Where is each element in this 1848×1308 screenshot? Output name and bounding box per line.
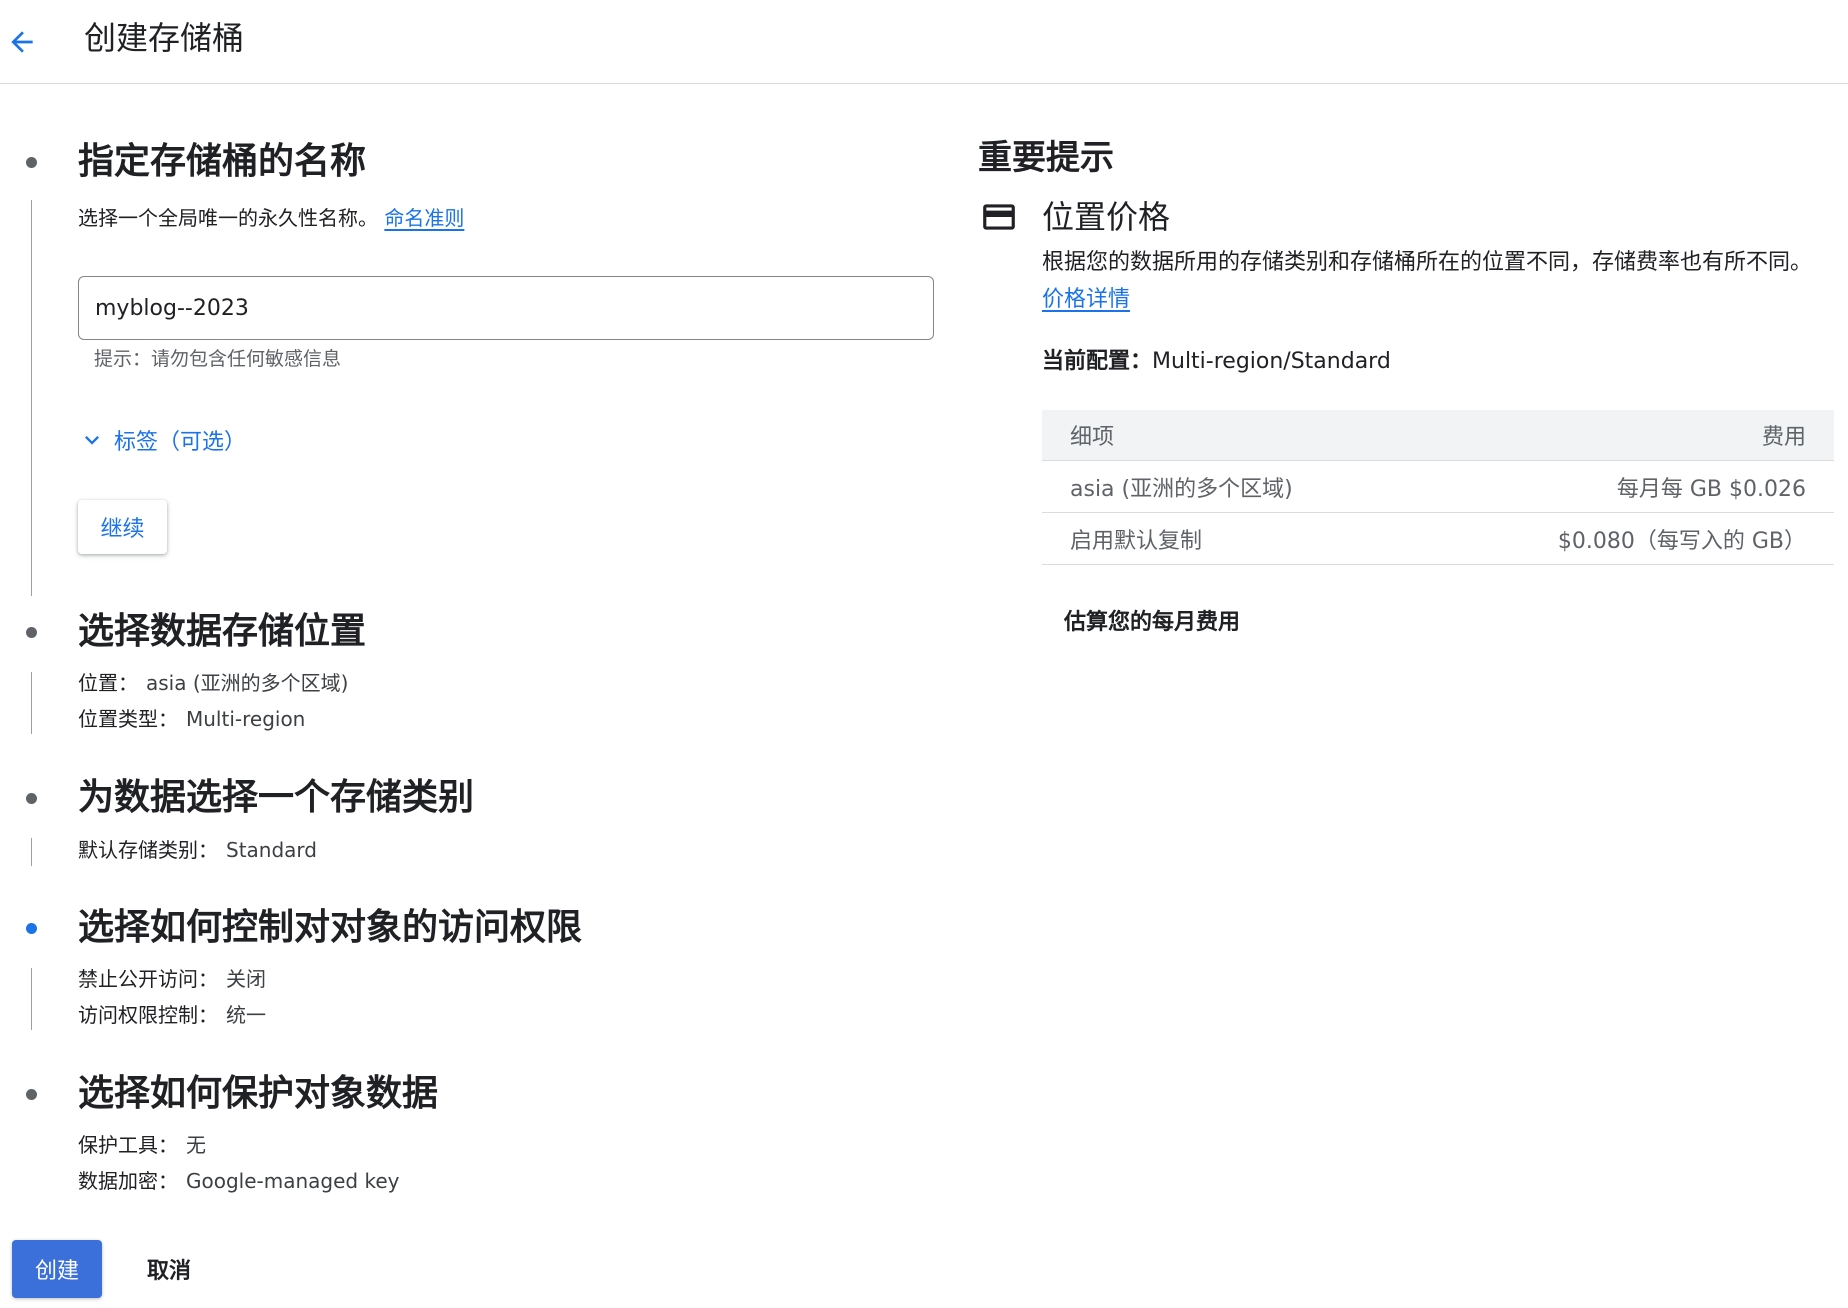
detail-value: Multi-region: [186, 707, 306, 731]
step-title-access-control[interactable]: 选择如何控制对对象的访问权限: [78, 906, 582, 950]
page-title: 创建存储桶: [84, 19, 245, 57]
detail-value: Standard: [226, 838, 317, 862]
current-config: 当前配置：Multi-region/Standard: [1042, 346, 1391, 378]
naming-guidelines-link[interactable]: 命名准则: [384, 206, 464, 230]
step-detail-row: 访问权限控制： 统一: [78, 1001, 266, 1029]
bucket-name-description: 选择一个全局唯一的永久性名称。: [78, 206, 378, 230]
labels-toggle-label: 标签（可选）: [114, 430, 247, 455]
back-button[interactable]: [4, 24, 40, 60]
detail-label: 保护工具：: [78, 1133, 178, 1157]
estimate-monthly-cost-button[interactable]: 估算您的每月费用: [1064, 604, 1240, 636]
table-cell: 每月每 GB $0.026: [1420, 460, 1834, 513]
bucket-name-input[interactable]: [78, 276, 934, 340]
location-price-description: 根据您的数据所用的存储类别和存储桶所在的位置不同，存储费率也有所不同。价格详情: [1042, 244, 1822, 318]
step-indicator: [26, 793, 37, 804]
step-detail-row: 数据加密： Google-managed key: [78, 1167, 399, 1195]
step-title-data-protection[interactable]: 选择如何保护对象数据: [78, 1072, 438, 1116]
step-title-storage-class[interactable]: 为数据选择一个存储类别: [78, 776, 474, 820]
step-title-bucket-name[interactable]: 指定存储桶的名称: [78, 140, 366, 184]
table-row: asia (亚洲的多个区域) 每月每 GB $0.026: [1042, 460, 1834, 513]
step-detail-row: 禁止公开访问： 关闭: [78, 965, 266, 993]
detail-label: 位置类型：: [78, 707, 178, 731]
step-indicator: [26, 157, 37, 168]
detail-value: asia (亚洲的多个区域): [146, 671, 349, 695]
detail-label: 数据加密：: [78, 1169, 178, 1193]
detail-value: Google-managed key: [186, 1169, 400, 1193]
price-description-text: 根据您的数据所用的存储类别和存储桶所在的位置不同，存储费率也有所不同。: [1042, 250, 1813, 275]
create-button[interactable]: 创建: [12, 1240, 102, 1298]
detail-label: 访问权限控制：: [78, 1003, 218, 1027]
bucket-name-hint: 提示：请勿包含任何敏感信息: [94, 348, 342, 370]
detail-value: 统一: [226, 1003, 266, 1027]
step-detail-row: 保护工具： 无: [78, 1131, 206, 1159]
table-cell: 启用默认复制: [1042, 512, 1421, 565]
step-description: 选择一个全局唯一的永久性名称。 命名准则: [78, 204, 464, 232]
stepper-line: [31, 968, 32, 1030]
column-header-item: 细项: [1042, 410, 1421, 461]
labels-toggle[interactable]: 标签（可选）: [78, 424, 246, 456]
stepper-line: [31, 838, 32, 866]
location-price-title: 位置价格: [1042, 198, 1171, 236]
page-header: 创建存储桶: [0, 0, 1848, 84]
step-detail-row: 位置： asia (亚洲的多个区域): [78, 669, 348, 697]
detail-value: 无: [186, 1133, 206, 1157]
table-cell: asia (亚洲的多个区域): [1042, 460, 1421, 513]
credit-card-icon: [983, 204, 1015, 230]
continue-button[interactable]: 继续: [78, 500, 167, 554]
chevron-down-icon: [85, 436, 99, 445]
tips-title: 重要提示: [978, 138, 1114, 178]
detail-label: 禁止公开访问：: [78, 967, 218, 991]
stepper-line: [31, 672, 32, 734]
current-config-label: 当前配置：: [1042, 349, 1153, 374]
table-row: 启用默认复制 $0.080（每写入的 GB）: [1042, 512, 1834, 565]
price-details-link[interactable]: 价格详情: [1042, 287, 1130, 312]
table-header-row: 细项 费用: [1042, 410, 1834, 461]
table-cell: $0.080（每写入的 GB）: [1420, 512, 1834, 565]
step-indicator: [26, 1089, 37, 1100]
step-detail-row: 位置类型： Multi-region: [78, 705, 305, 733]
cancel-button[interactable]: 取消: [124, 1240, 214, 1298]
detail-label: 位置：: [78, 671, 138, 695]
stepper-line: [31, 200, 32, 596]
step-indicator: [26, 627, 37, 638]
price-table: 细项 费用 asia (亚洲的多个区域) 每月每 GB $0.026 启用默认复…: [1042, 410, 1834, 565]
arrow-back-icon: [11, 31, 33, 53]
step-detail-row: 默认存储类别： Standard: [78, 836, 317, 864]
current-config-value: Multi-region/Standard: [1152, 349, 1391, 374]
step-indicator-active: [26, 923, 37, 934]
detail-value: 关闭: [226, 967, 266, 991]
step-title-location[interactable]: 选择数据存储位置: [78, 610, 366, 654]
detail-label: 默认存储类别：: [78, 838, 218, 862]
column-header-cost: 费用: [1420, 410, 1834, 461]
